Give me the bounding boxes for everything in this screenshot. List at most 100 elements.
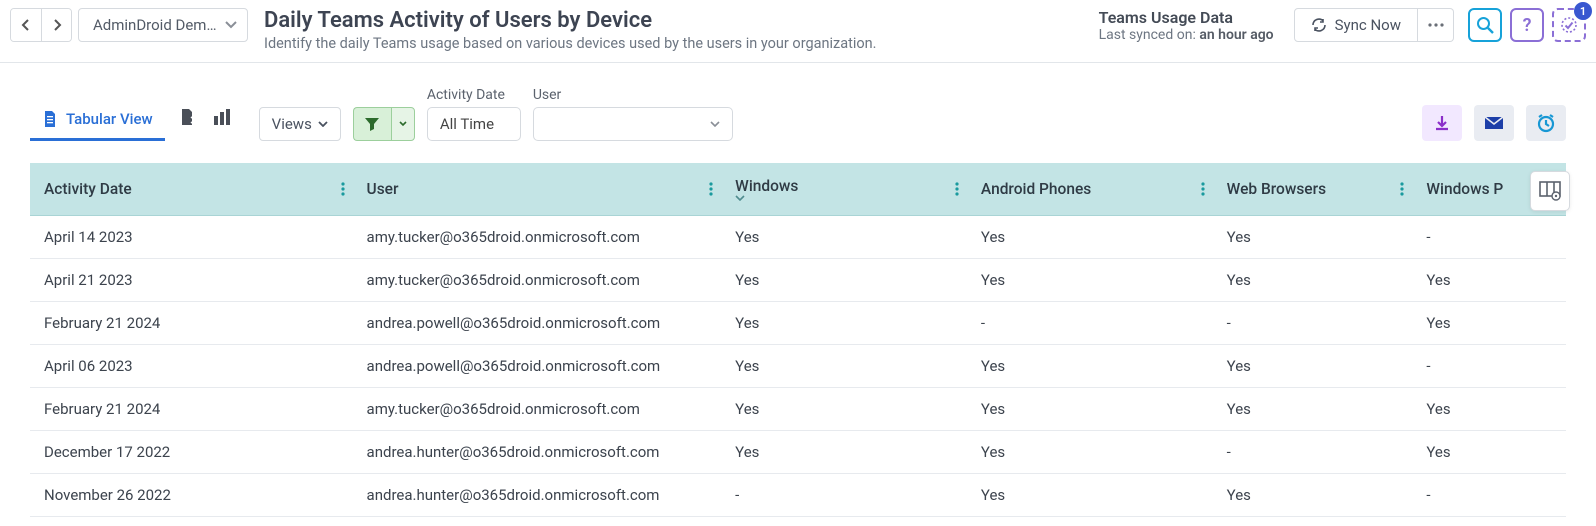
cell-android: Yes bbox=[967, 474, 1213, 517]
chart-view-icon-button[interactable] bbox=[213, 108, 233, 126]
caret-down-icon bbox=[225, 21, 237, 29]
col-header-user[interactable]: User bbox=[353, 163, 722, 216]
tasks-button[interactable]: 1 bbox=[1552, 8, 1586, 42]
task-check-icon bbox=[1560, 16, 1578, 34]
col-header-android[interactable]: Android Phones bbox=[967, 163, 1213, 216]
sync-text: Teams Usage Data Last synced on: an hour… bbox=[1099, 8, 1274, 43]
col-header-label: Windows bbox=[735, 177, 798, 195]
mail-icon bbox=[1484, 116, 1504, 130]
alarm-clock-icon bbox=[1536, 113, 1556, 133]
cell-winphone: - bbox=[1412, 345, 1566, 388]
table-row[interactable]: April 06 2023andrea.powell@o365droid.onm… bbox=[30, 345, 1566, 388]
tasks-badge: 1 bbox=[1574, 2, 1592, 20]
column-menu-button[interactable] bbox=[1201, 182, 1205, 196]
cell-windows: - bbox=[721, 474, 967, 517]
view-tabs: Tabular View bbox=[30, 102, 247, 141]
download-button[interactable] bbox=[1422, 105, 1462, 141]
refresh-icon bbox=[1311, 17, 1327, 33]
table-row[interactable]: February 21 2024andrea.powell@o365droid.… bbox=[30, 302, 1566, 345]
cell-web: Yes bbox=[1213, 216, 1413, 259]
cell-winphone: - bbox=[1412, 216, 1566, 259]
table-header-row: Activity Date User Windows Android Phones We… bbox=[30, 163, 1566, 216]
tab-tabular-view[interactable]: Tabular View bbox=[30, 102, 165, 141]
filter-user-label: User bbox=[533, 87, 733, 103]
page-header: AdminDroid Dem… Daily Teams Activity of … bbox=[0, 0, 1596, 63]
cell-android: Yes bbox=[967, 431, 1213, 474]
cell-android: Yes bbox=[967, 259, 1213, 302]
schedule-button[interactable] bbox=[1526, 105, 1566, 141]
column-menu-button[interactable] bbox=[955, 182, 959, 196]
help-button[interactable]: ? bbox=[1510, 8, 1544, 42]
cell-web: Yes bbox=[1213, 388, 1413, 431]
column-menu-button[interactable] bbox=[1400, 182, 1404, 196]
cell-activity_date: April 14 2023 bbox=[30, 216, 353, 259]
cell-web: Yes bbox=[1213, 345, 1413, 388]
cell-web: - bbox=[1213, 431, 1413, 474]
cell-windows: Yes bbox=[721, 431, 967, 474]
col-header-label: Activity Date bbox=[44, 180, 132, 198]
filter-activity-date-value: All Time bbox=[440, 115, 494, 133]
table-row[interactable]: April 14 2023amy.tucker@o365droid.onmicr… bbox=[30, 216, 1566, 259]
sync-status-prefix: Last synced on: bbox=[1099, 27, 1200, 43]
caret-down-icon bbox=[710, 121, 720, 127]
filter-button-group bbox=[353, 107, 415, 141]
nav-history-group bbox=[10, 8, 72, 42]
funnel-icon bbox=[364, 116, 380, 132]
page-title: Daily Teams Activity of Users by Device bbox=[264, 8, 876, 33]
table-row[interactable]: February 21 2024amy.tucker@o365droid.onm… bbox=[30, 388, 1566, 431]
filter-dropdown-button[interactable] bbox=[391, 107, 415, 141]
col-header-label: Android Phones bbox=[981, 180, 1091, 198]
tenant-select-label: AdminDroid Dem… bbox=[93, 16, 216, 34]
nav-back-button[interactable] bbox=[11, 9, 41, 41]
cell-android: Yes bbox=[967, 388, 1213, 431]
mail-button[interactable] bbox=[1474, 105, 1514, 141]
caret-down-icon bbox=[399, 121, 407, 127]
col-header-label: User bbox=[367, 180, 399, 198]
table-wrapper: Activity Date User Windows Android Phones We… bbox=[30, 163, 1566, 517]
sync-status-value: an hour ago bbox=[1199, 27, 1273, 43]
cell-user: amy.tucker@o365droid.onmicrosoft.com bbox=[353, 216, 722, 259]
bar-chart-icon bbox=[213, 108, 233, 126]
search-button[interactable] bbox=[1468, 8, 1502, 42]
col-header-windows[interactable]: Windows bbox=[721, 163, 967, 216]
chevron-right-icon bbox=[52, 18, 62, 32]
cell-activity_date: November 26 2022 bbox=[30, 474, 353, 517]
table-row[interactable]: November 26 2022andrea.hunter@o365droid.… bbox=[30, 474, 1566, 517]
document-icon bbox=[42, 110, 58, 128]
sort-indicator-icon bbox=[735, 195, 953, 201]
nav-forward-button[interactable] bbox=[41, 9, 71, 41]
column-settings-button[interactable] bbox=[1530, 171, 1570, 211]
columns-gear-icon bbox=[1539, 181, 1561, 201]
cell-windows: Yes bbox=[721, 216, 967, 259]
views-dropdown[interactable]: Views bbox=[259, 107, 341, 141]
sync-now-button[interactable]: Sync Now bbox=[1294, 8, 1418, 42]
col-header-activity_date[interactable]: Activity Date bbox=[30, 163, 353, 216]
tenant-select[interactable]: AdminDroid Dem… bbox=[78, 8, 248, 42]
table-row[interactable]: December 17 2022andrea.hunter@o365droid.… bbox=[30, 431, 1566, 474]
cell-android: Yes bbox=[967, 216, 1213, 259]
export-doc-icon bbox=[179, 108, 197, 126]
cell-web: - bbox=[1213, 302, 1413, 345]
cell-winphone: Yes bbox=[1412, 302, 1566, 345]
cell-activity_date: February 21 2024 bbox=[30, 302, 353, 345]
sync-more-button[interactable] bbox=[1418, 8, 1454, 42]
toolbar: Tabular View Views Acti bbox=[0, 63, 1596, 141]
filter-button[interactable] bbox=[353, 107, 391, 141]
col-header-web[interactable]: Web Browsers bbox=[1213, 163, 1413, 216]
filter-activity-date-select[interactable]: All Time bbox=[427, 107, 521, 141]
cell-windows: Yes bbox=[721, 388, 967, 431]
column-menu-button[interactable] bbox=[341, 182, 345, 196]
caret-down-icon bbox=[318, 121, 328, 127]
export-view-icon-button[interactable] bbox=[179, 108, 197, 126]
column-menu-button[interactable] bbox=[709, 182, 713, 196]
cell-android: - bbox=[967, 302, 1213, 345]
page-subtitle: Identify the daily Teams usage based on … bbox=[264, 35, 876, 52]
filter-activity-date: Activity Date All Time bbox=[427, 87, 521, 141]
filter-user-select[interactable] bbox=[533, 107, 733, 141]
cell-windows: Yes bbox=[721, 302, 967, 345]
table-row[interactable]: April 21 2023amy.tucker@o365droid.onmicr… bbox=[30, 259, 1566, 302]
ellipsis-icon bbox=[1428, 23, 1444, 27]
cell-user: amy.tucker@o365droid.onmicrosoft.com bbox=[353, 259, 722, 302]
cell-activity_date: December 17 2022 bbox=[30, 431, 353, 474]
help-icon: ? bbox=[1523, 15, 1532, 36]
